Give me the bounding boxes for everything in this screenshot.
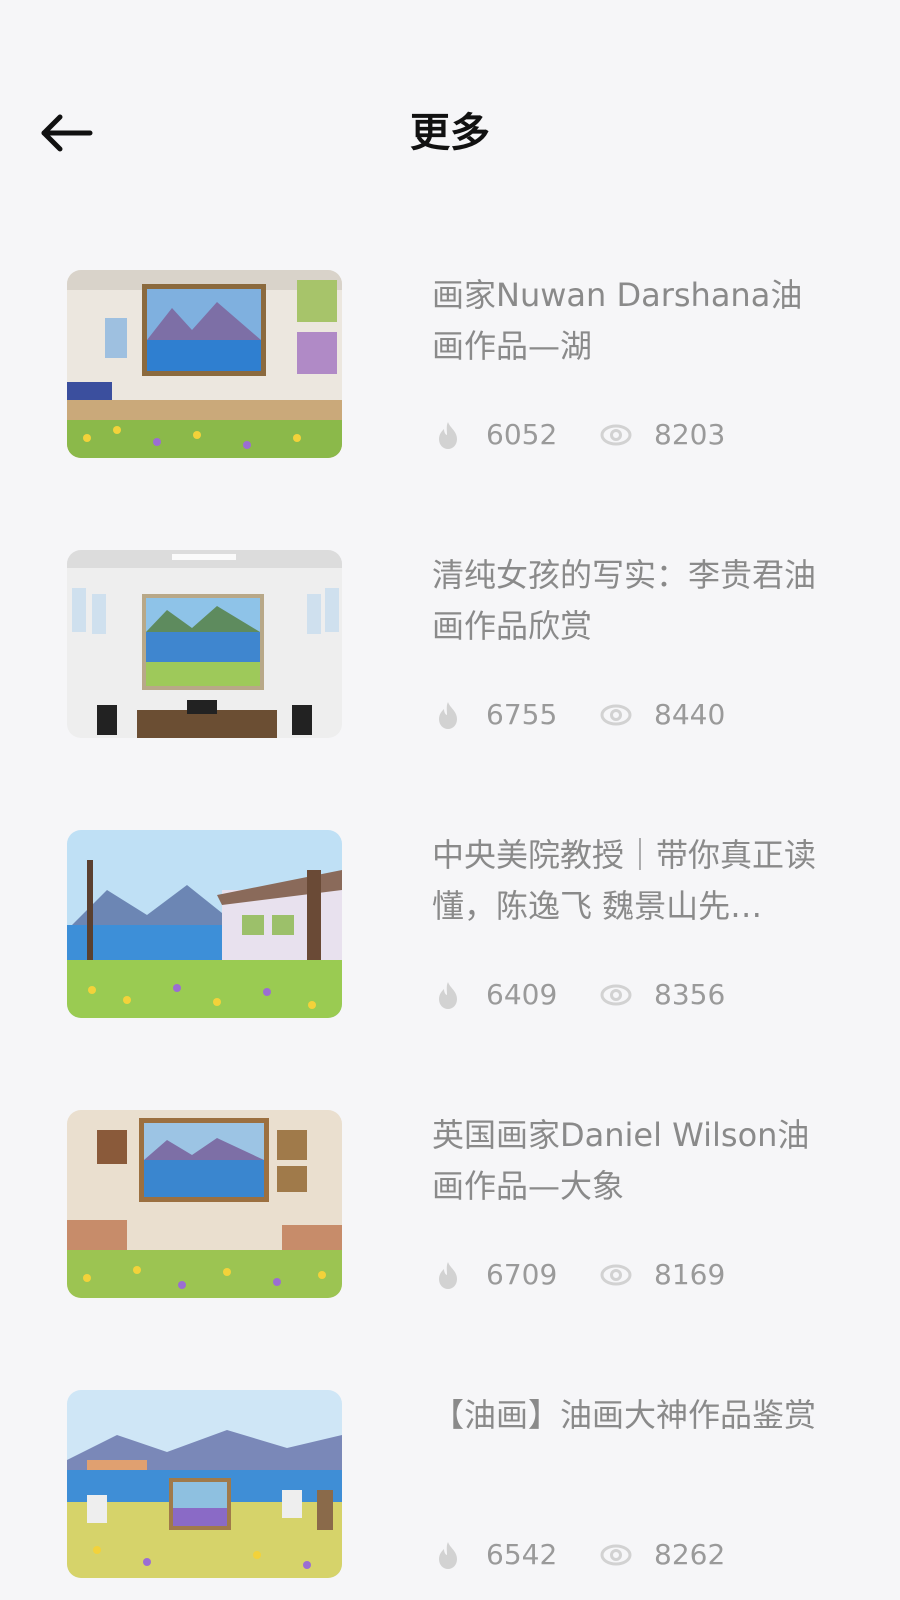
list-item[interactable]: 清纯女孩的写实：李贵君油画作品欣赏 6755 8440	[0, 550, 900, 740]
item-stats: 6409 8356	[432, 975, 852, 1015]
eye-icon	[600, 424, 632, 446]
list-item[interactable]: 画家Nuwan Darshana油画作品—湖 6052 8203	[0, 270, 900, 460]
eye-icon	[600, 984, 632, 1006]
item-title: 英国画家Daniel Wilson油画作品—大象	[432, 1116, 810, 1205]
likes-count: 6052	[486, 418, 558, 451]
views-count: 8262	[654, 1538, 726, 1571]
thumbnail-image	[67, 830, 342, 1018]
flame-icon	[439, 702, 457, 729]
thumbnail-image	[67, 1110, 342, 1298]
item-stats: 6542 8262	[432, 1535, 852, 1575]
views-count: 8203	[654, 418, 726, 451]
views-count: 8356	[654, 978, 726, 1011]
views-count: 8169	[654, 1258, 726, 1291]
flame-icon	[439, 982, 457, 1009]
item-stats: 6709 8169	[432, 1255, 852, 1295]
eye-icon	[600, 1264, 632, 1286]
item-title: 【油画】油画大神作品鉴赏	[432, 1396, 817, 1434]
page-title: 更多	[410, 110, 490, 156]
likes-count: 6542	[486, 1538, 558, 1571]
thumbnail-image	[67, 550, 342, 738]
views-count: 8440	[654, 698, 726, 731]
item-stats: 6755 8440	[432, 695, 852, 735]
likes-count: 6755	[486, 698, 558, 731]
flame-icon	[439, 422, 457, 449]
item-title: 画家Nuwan Darshana油画作品—湖	[432, 276, 803, 365]
item-title: 清纯女孩的写实：李贵君油画作品欣赏	[432, 556, 817, 645]
eye-icon	[600, 1544, 632, 1566]
eye-icon	[600, 704, 632, 726]
thumbnail-image	[67, 270, 342, 458]
likes-count: 6709	[486, 1258, 558, 1291]
header-bar: 更多	[0, 0, 900, 220]
flame-icon	[439, 1542, 457, 1569]
list-item[interactable]: 英国画家Daniel Wilson油画作品—大象 6709 8169	[0, 1110, 900, 1300]
item-stats: 6052 8203	[432, 415, 852, 455]
list-item[interactable]: 【油画】油画大神作品鉴赏 6542 8262	[0, 1390, 900, 1580]
flame-icon	[439, 1262, 457, 1289]
likes-count: 6409	[486, 978, 558, 1011]
item-title: 中央美院教授｜带你真正读懂，陈逸飞 魏景山先…	[432, 836, 817, 925]
thumbnail-image	[67, 1390, 342, 1578]
list-item[interactable]: 中央美院教授｜带你真正读懂，陈逸飞 魏景山先… 6409 8356	[0, 830, 900, 1020]
